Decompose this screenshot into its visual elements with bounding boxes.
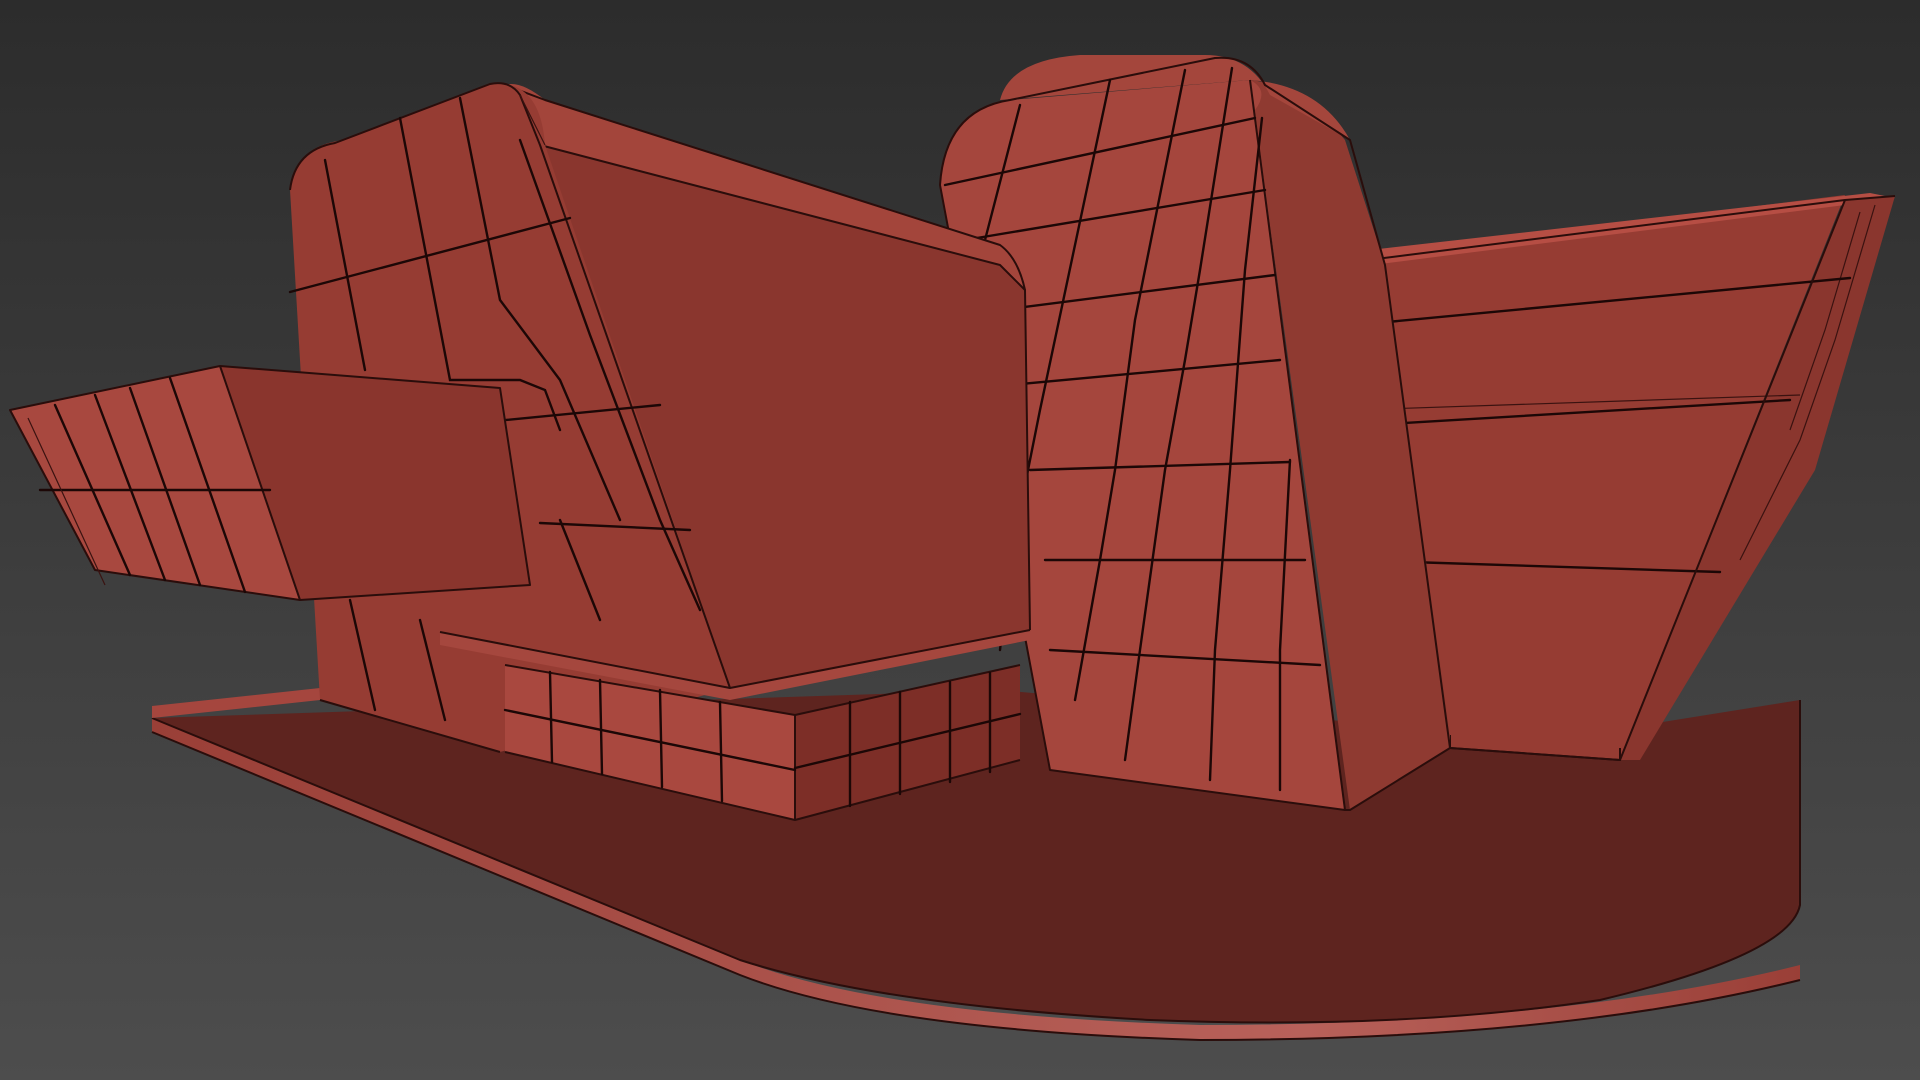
building-model-render[interactable] — [0, 0, 1920, 1080]
3d-viewport[interactable] — [0, 0, 1920, 1080]
